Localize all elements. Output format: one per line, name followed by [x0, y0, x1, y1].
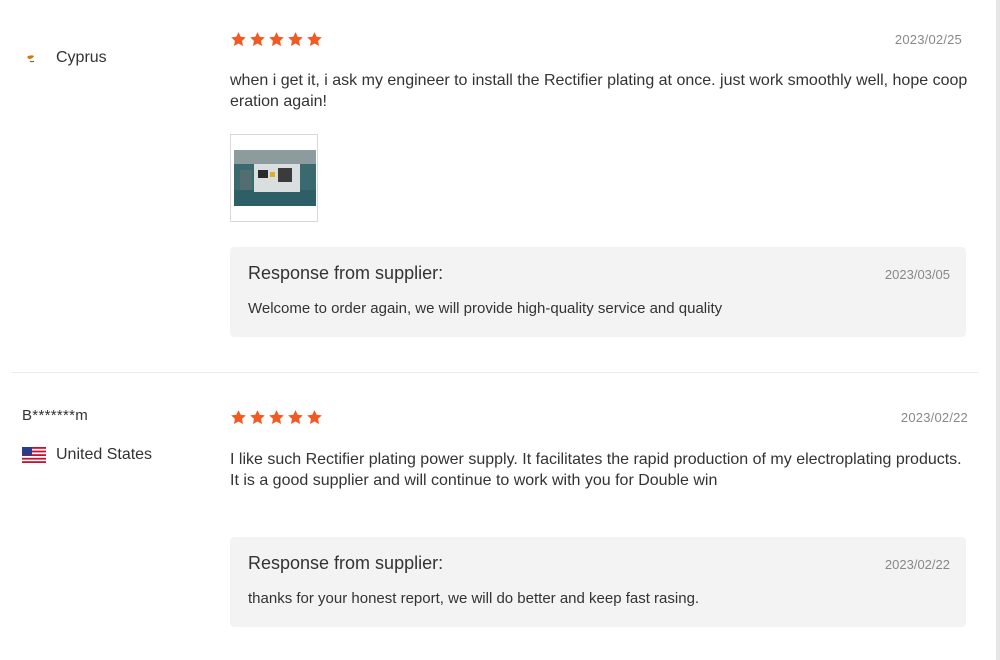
review-date: 2023/02/22 [900, 410, 968, 425]
response-title: Response from supplier: [248, 263, 444, 283]
response-date: 2023/02/22 [884, 557, 950, 572]
star-icon [268, 31, 285, 48]
review-item: Cyprus 2023/02/25 when i get it, i ask m… [0, 0, 996, 372]
star-rating [230, 31, 323, 48]
star-icon [287, 31, 304, 48]
star-icon [306, 31, 323, 48]
star-icon [306, 409, 323, 426]
response-title: Response from supplier: [248, 553, 444, 573]
response-date: 2023/03/05 [884, 267, 950, 282]
cyprus-flag-icon [22, 50, 46, 66]
buyer-country: United States [22, 446, 152, 464]
star-icon [249, 409, 266, 426]
buyer-country: Cyprus [22, 49, 107, 67]
review-date: 2023/02/25 [894, 32, 962, 47]
star-icon [287, 409, 304, 426]
review-photo-thumbnail[interactable] [230, 134, 318, 222]
review-item: B*******m United States 2023/02/22 I lik… [12, 372, 978, 660]
product-photo [234, 150, 316, 206]
supplier-response: Response from supplier: 2023/02/22 thank… [230, 537, 966, 627]
us-flag-icon [22, 447, 46, 463]
star-icon [268, 409, 285, 426]
star-icon [230, 31, 247, 48]
review-comment: when i get it, i ask my engineer to inst… [230, 72, 968, 110]
country-name: Cyprus [56, 49, 107, 66]
supplier-response: Response from supplier: 2023/03/05 Welco… [230, 247, 966, 337]
star-rating [230, 409, 323, 426]
star-icon [230, 409, 247, 426]
review-comment: I like such Rectifier plating power supp… [230, 451, 962, 489]
response-text: thanks for your honest report, we will d… [248, 590, 700, 607]
star-icon [249, 31, 266, 48]
buyer-name: B*******m [22, 407, 89, 424]
country-name: United States [56, 446, 153, 463]
response-text: Welcome to order again, we will provide … [248, 300, 723, 317]
page-edge [996, 0, 1000, 660]
